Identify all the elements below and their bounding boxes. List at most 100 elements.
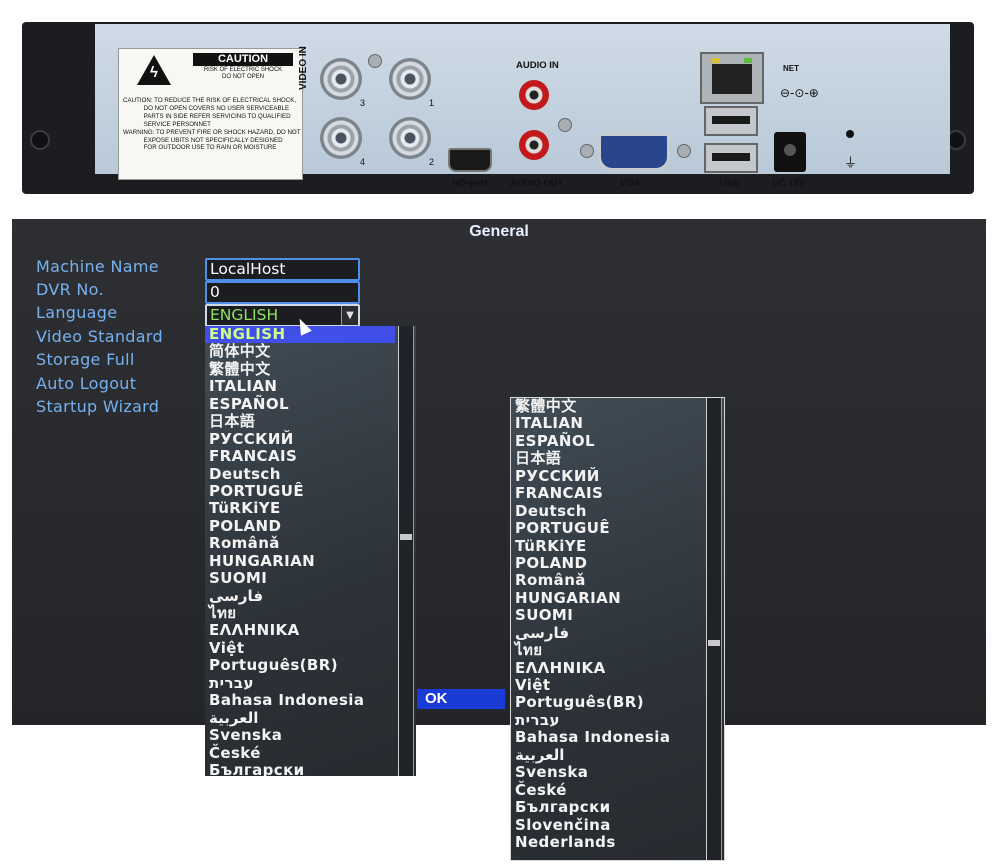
activity-led	[744, 58, 752, 63]
language-option[interactable]: PORTUGUÊ	[511, 519, 701, 537]
language-option[interactable]: 简体中文	[205, 342, 395, 360]
language-option[interactable]: العربية	[205, 709, 395, 727]
language-option[interactable]: Românǎ	[205, 534, 395, 552]
dropdown-scrollbar[interactable]	[706, 398, 722, 860]
language-option[interactable]: Slovenčina	[511, 816, 701, 834]
scrollbar-thumb[interactable]	[708, 640, 720, 646]
language-option[interactable]: Românǎ	[511, 571, 701, 589]
dropdown-arrow-icon[interactable]: ▼	[341, 306, 358, 325]
language-option[interactable]: Português(BR)	[205, 656, 395, 674]
language-option[interactable]: Nederlands	[511, 833, 701, 851]
panel-screw	[368, 54, 382, 68]
ok-button[interactable]: OK	[417, 689, 505, 709]
language-option[interactable]: POLAND	[511, 554, 701, 572]
language-option[interactable]: České	[205, 744, 395, 762]
machine-name-input[interactable]: LocalHost	[205, 258, 360, 281]
caution-label: ϟ CAUTION RISK OF ELECTRIC SHOCK DO NOT …	[118, 48, 303, 180]
language-option[interactable]: עברית	[205, 674, 395, 692]
audio-in-jack	[519, 80, 549, 110]
caution-sub-line2: DO NOT OPEN	[222, 74, 264, 80]
language-option[interactable]: FRANCAIS	[205, 447, 395, 465]
scrollbar-thumb[interactable]	[400, 534, 412, 540]
language-option[interactable]: ไทย	[205, 604, 395, 622]
language-option[interactable]: Việt	[205, 639, 395, 657]
bnc-connector-1	[389, 58, 431, 100]
language-option[interactable]: فارسی	[511, 624, 701, 642]
ground-icon: ⏚	[844, 156, 858, 171]
language-label: Language	[36, 303, 118, 322]
startup-wizard-label: Startup Wizard	[36, 397, 160, 416]
language-option[interactable]: 日本語	[205, 412, 395, 430]
language-option[interactable]: Svenska	[511, 763, 701, 781]
audio-out-label: AUDIO OUT	[510, 178, 564, 189]
vga-label: VGA	[620, 178, 641, 189]
language-option[interactable]: РУССКИЙ	[205, 430, 395, 448]
language-option[interactable]: Bahasa Indonesia	[205, 691, 395, 709]
language-options: ENGLISH 简体中文 繁體中文 ITALIAN ESPAÑOL 日本語 РУССКИЙ F…	[205, 326, 395, 776]
language-option[interactable]: עברית	[511, 711, 701, 729]
hd-port-label: HD-port	[452, 178, 488, 189]
audio-out-jack	[519, 130, 549, 160]
caution-body-text: CAUTION: TO REDUCE THE RISK OF ELECTRICA…	[123, 97, 301, 152]
language-option[interactable]: العربية	[511, 746, 701, 764]
usb-port-2	[704, 143, 758, 173]
bnc-number: 3	[360, 98, 366, 108]
bnc-connector-4	[320, 117, 362, 159]
language-option[interactable]: РУССКИЙ	[511, 467, 701, 485]
language-option[interactable]: ไทย	[511, 641, 701, 659]
language-option[interactable]: FRANCAIS	[511, 484, 701, 502]
bnc-number: 1	[429, 98, 435, 108]
panel-screw	[558, 118, 572, 132]
machine-name-label: Machine Name	[36, 257, 159, 276]
mount-screw-left	[30, 130, 50, 150]
caution-sub-line1: RISK OF ELECTRIC SHOCK	[203, 67, 283, 73]
reset-hole	[846, 130, 854, 138]
language-dropdown-list-scrolled: 繁體中文 ITALIAN ESPAÑOL 日本語 РУССКИЙ FRANCAIS Deut…	[510, 397, 725, 861]
bnc-connector-3	[320, 58, 362, 100]
language-option[interactable]: Deutsch	[205, 465, 395, 483]
language-option[interactable]: POLAND	[205, 517, 395, 535]
language-option[interactable]: ΕΛΛΗΝΙΚΑ	[511, 659, 701, 677]
dvr-no-label: DVR No.	[36, 280, 104, 299]
language-option[interactable]: PORTUGUÊ	[205, 482, 395, 500]
usb-label: USB	[720, 178, 741, 189]
language-option[interactable]: Svenska	[205, 726, 395, 744]
language-option[interactable]: 繁體中文	[205, 360, 395, 378]
language-option[interactable]: Việt	[511, 676, 701, 694]
language-selected-value: ENGLISH	[210, 306, 279, 324]
language-option[interactable]: ESPAÑOL	[511, 432, 701, 450]
ethernet-port	[700, 52, 764, 104]
language-option[interactable]: Български	[511, 798, 701, 816]
language-option[interactable]: Deutsch	[511, 502, 701, 520]
language-option[interactable]: Português(BR)	[511, 693, 701, 711]
bnc-number: 2	[429, 157, 435, 167]
dc-power-jack	[774, 132, 806, 172]
polarity-icon: ⊖-⊙-⊕	[780, 86, 819, 100]
language-option[interactable]: České	[511, 781, 701, 799]
hdmi-port	[448, 148, 492, 172]
language-option[interactable]: TüRKiYE	[511, 537, 701, 555]
language-option[interactable]: SUOMI	[205, 569, 395, 587]
language-select[interactable]: ENGLISH ▼	[205, 304, 360, 327]
language-option[interactable]: TüRKiYE	[205, 499, 395, 517]
language-option[interactable]: 日本語	[511, 449, 701, 467]
language-option[interactable]: ESPAÑOL	[205, 395, 395, 413]
language-option[interactable]: HUNGARIAN	[511, 589, 701, 607]
language-option[interactable]: Bahasa Indonesia	[511, 728, 701, 746]
link-led	[712, 58, 720, 63]
window-title: General	[469, 223, 529, 240]
language-option[interactable]: فارسی	[205, 587, 395, 605]
language-option[interactable]: SUOMI	[511, 606, 701, 624]
language-options: 繁體中文 ITALIAN ESPAÑOL 日本語 РУССКИЙ FRANCAIS Deut…	[511, 398, 701, 851]
audio-in-label: AUDIO IN	[516, 60, 559, 71]
language-option[interactable]: ΕΛΛΗΝΙΚΑ	[205, 621, 395, 639]
language-option[interactable]: ITALIAN	[205, 377, 395, 395]
language-option[interactable]: 繁體中文	[511, 398, 701, 415]
dvr-no-input[interactable]: 0	[205, 281, 360, 304]
video-standard-label: Video Standard	[36, 327, 163, 346]
language-option[interactable]: Български	[205, 761, 395, 776]
dropdown-scrollbar[interactable]	[398, 326, 414, 776]
language-option[interactable]: HUNGARIAN	[205, 552, 395, 570]
language-option[interactable]: ITALIAN	[511, 414, 701, 432]
bnc-connector-2	[389, 117, 431, 159]
